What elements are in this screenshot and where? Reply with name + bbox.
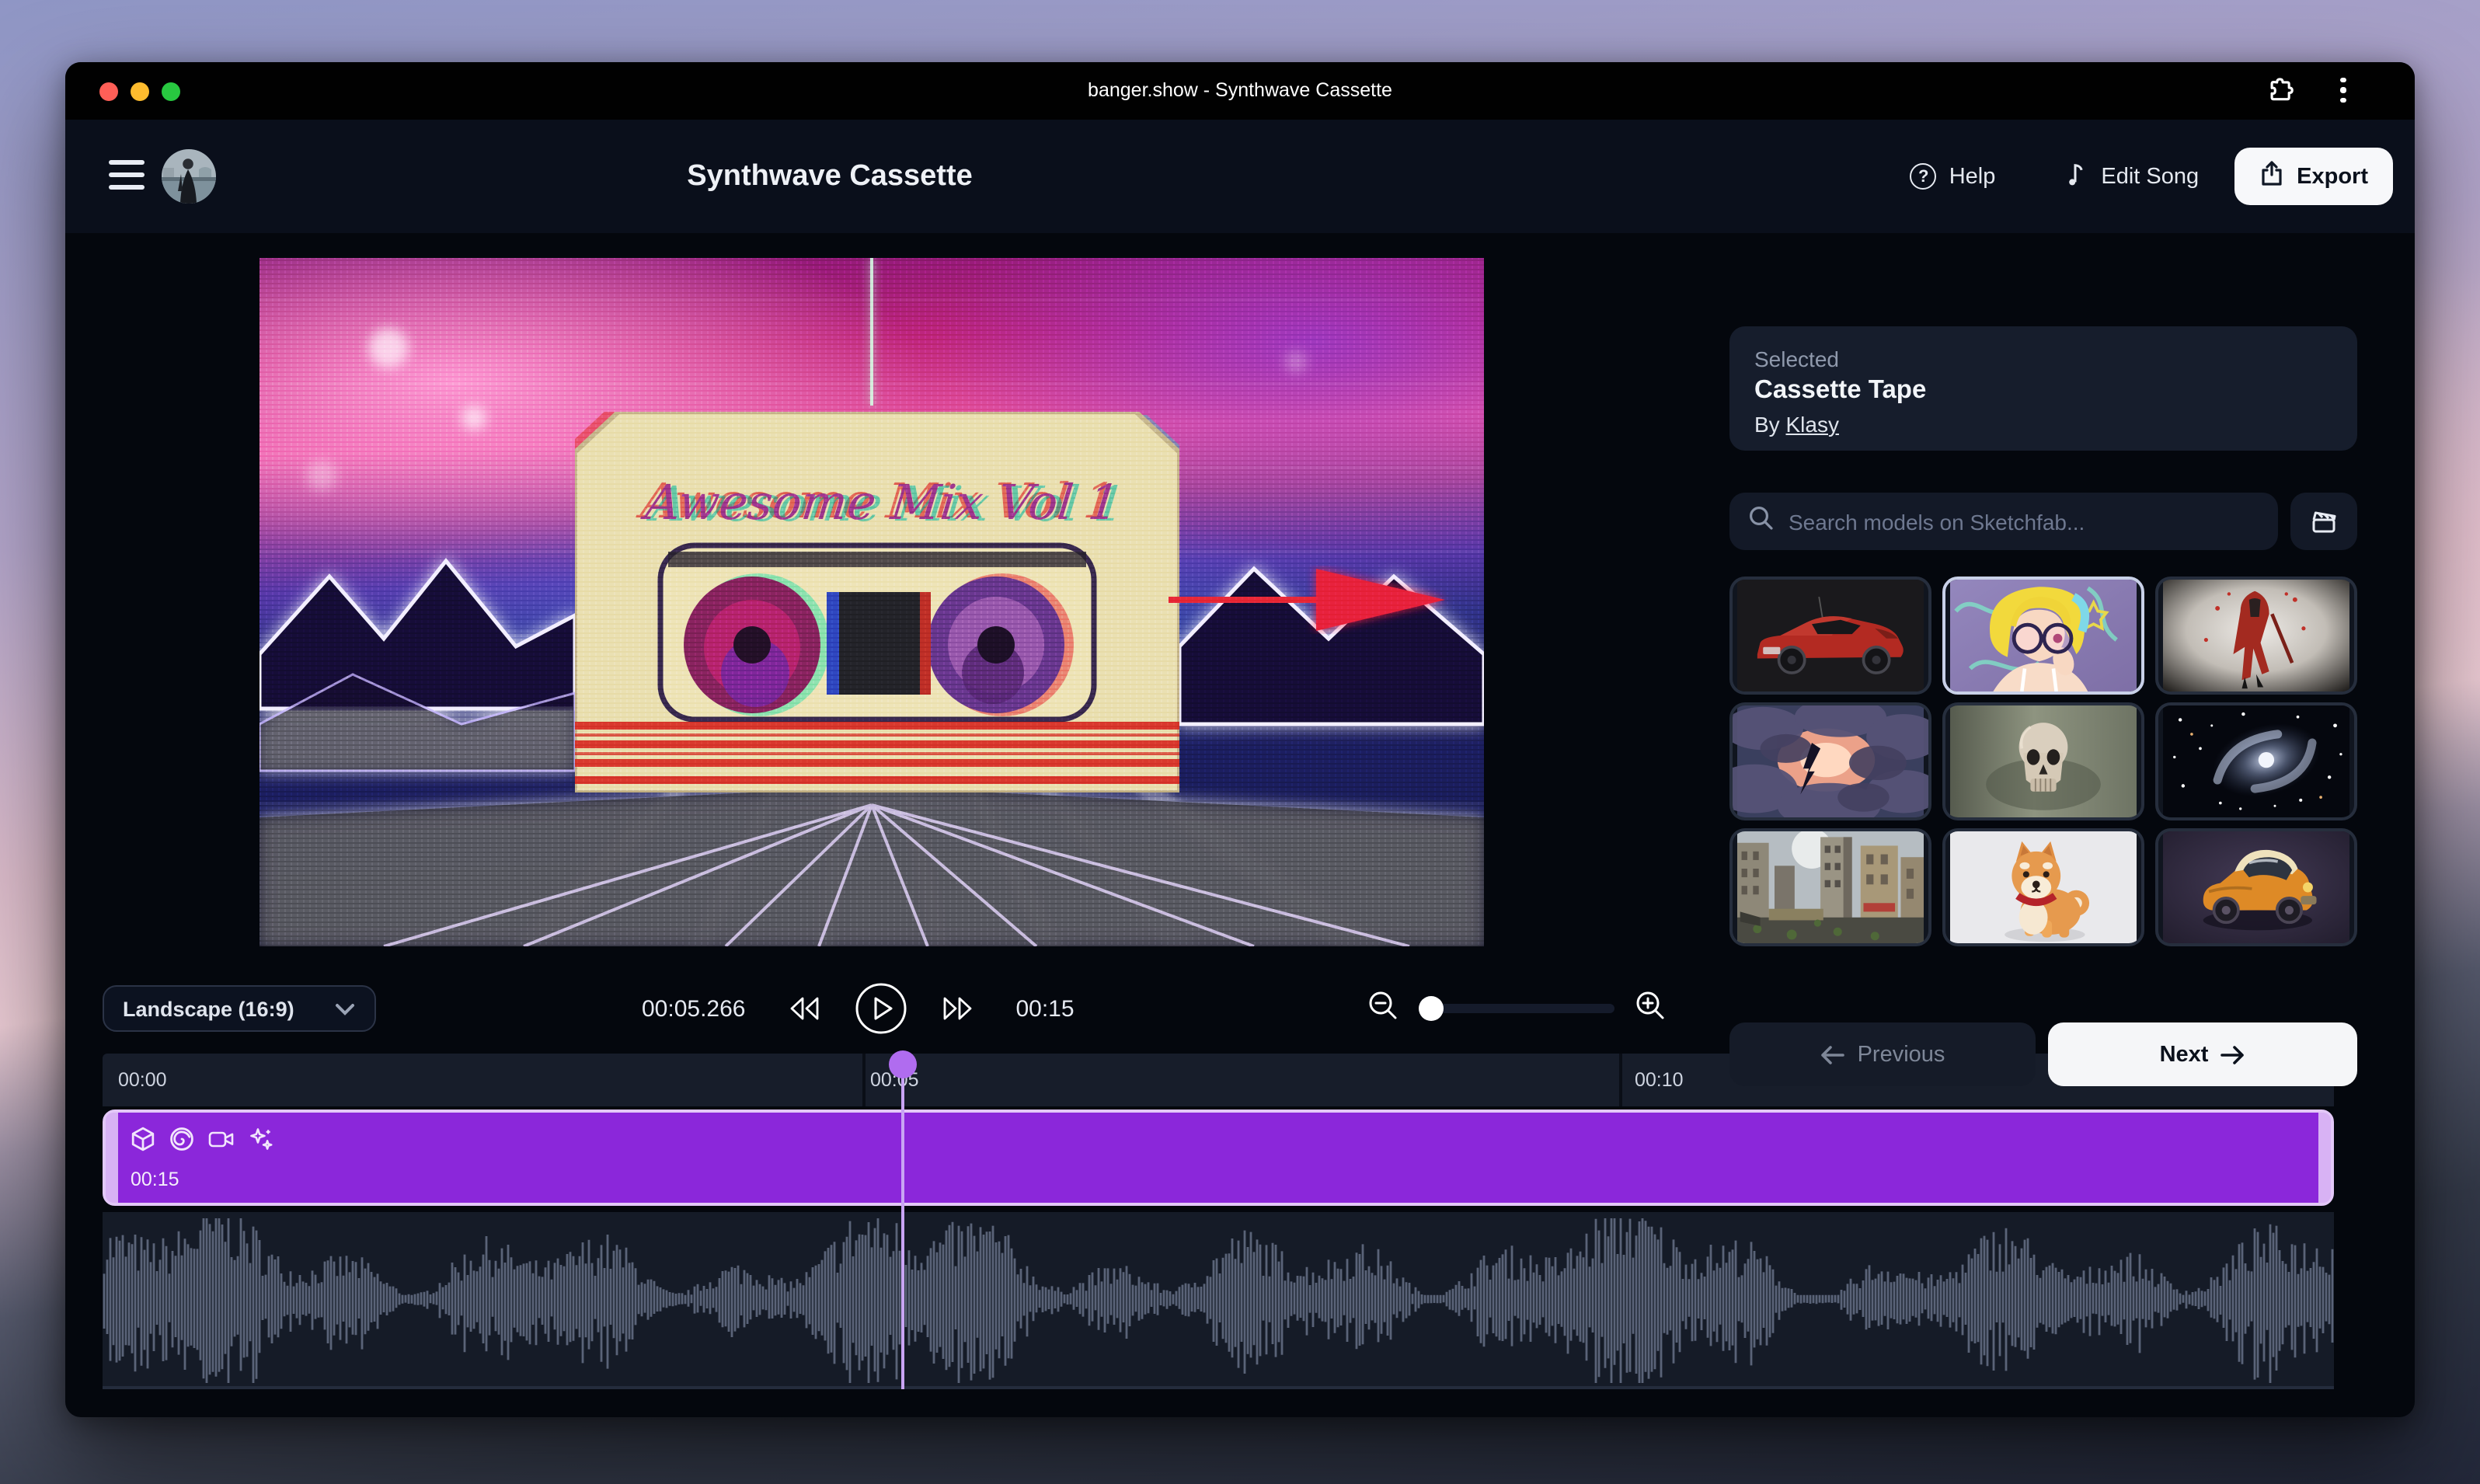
selected-model-name: Cassette Tape (1754, 376, 2332, 406)
edit-song-button[interactable]: Edit Song (2065, 159, 2199, 193)
next-page-button[interactable]: Next (2048, 1022, 2357, 1086)
clip-trim-handle-right[interactable] (2318, 1113, 2331, 1203)
selected-model-author: By Klasy (1754, 412, 2332, 437)
model-search-field[interactable] (1729, 493, 2278, 550)
clapperboard-button[interactable] (2290, 493, 2357, 550)
current-time: 00:05.266 (642, 995, 745, 1022)
app-header: Synthwave Cassette ? Help Edit Song (65, 120, 2415, 233)
zoom-window-button[interactable] (162, 82, 180, 101)
ruler-tick-label: 00:00 (118, 1054, 167, 1106)
search-icon (1748, 504, 1775, 538)
extensions-puzzle-icon[interactable] (2266, 75, 2297, 106)
model-thumbnail-shiba-dog[interactable] (1942, 828, 2144, 946)
selected-model-card: Selected Cassette Tape By Klasy (1729, 326, 2357, 451)
help-icon: ? (1911, 163, 1937, 190)
model-thumbnail-anime-girl[interactable] (1942, 577, 2144, 695)
video-preview-canvas[interactable]: Awesome Mix Vol 1 Awesome Mix Vol 1 Awes… (259, 258, 1484, 946)
chevron-down-icon (334, 1002, 356, 1015)
app-window: banger.show - Synthwave Cassette (65, 62, 2415, 1417)
playhead-knob[interactable] (889, 1050, 917, 1078)
model-thumbnail-storm-clouds[interactable] (1729, 702, 1931, 820)
menu-hamburger-icon[interactable] (109, 160, 145, 190)
author-link[interactable]: Klasy (1785, 412, 1838, 437)
minimize-window-button[interactable] (131, 82, 149, 101)
window-title: banger.show - Synthwave Cassette (1088, 62, 1392, 120)
zoom-slider[interactable] (1419, 1004, 1614, 1013)
arrow-right-icon (2221, 1045, 2245, 1064)
user-avatar[interactable] (162, 149, 216, 204)
model-sidebar: Selected Cassette Tape By Klasy (1729, 326, 2357, 1116)
desktop: banger.show - Synthwave Cassette (0, 0, 2480, 1484)
help-button[interactable]: ? Help (1911, 163, 1996, 190)
fast-forward-button[interactable] (941, 996, 975, 1021)
arrow-left-icon (1820, 1045, 1845, 1064)
selected-label: Selected (1754, 347, 2332, 371)
clip-trim-handle-left[interactable] (106, 1113, 118, 1203)
sparkles-icon (249, 1127, 273, 1159)
model-thumbnail-spiral-galaxy[interactable] (2155, 702, 2357, 820)
transport-controls: 00:05.266 00:15 (642, 970, 1170, 1047)
zoom-slider-knob[interactable] (1419, 996, 1444, 1021)
timeline-zoom-controls (1367, 985, 1666, 1032)
video-camera-icon (208, 1127, 235, 1159)
rewind-button[interactable] (785, 996, 820, 1021)
model-thumbnail-red-cloaked-figure[interactable] (2155, 577, 2357, 695)
timeline-clip[interactable]: 00:15 (103, 1110, 2334, 1206)
playhead-line (901, 1075, 904, 1389)
clip-duration-label: 00:15 (131, 1169, 179, 1190)
music-note-icon (2065, 159, 2088, 193)
zoom-in-icon[interactable] (1635, 989, 1666, 1028)
model-thumbnail-skull[interactable] (1942, 702, 2144, 820)
model-thumbnail-cartoon-orange-car[interactable] (2155, 828, 2357, 946)
project-title: Synthwave Cassette (687, 120, 973, 233)
previous-page-button[interactable]: Previous (1729, 1022, 2036, 1086)
search-input[interactable] (1789, 509, 2259, 534)
ruler-tick-label: 00:10 (1635, 1054, 1684, 1106)
aspect-ratio-select[interactable]: Landscape (16:9) (103, 985, 376, 1032)
export-button[interactable]: Export (2234, 148, 2393, 205)
play-button[interactable] (854, 982, 907, 1035)
zoom-out-icon[interactable] (1367, 989, 1398, 1028)
share-export-icon (2259, 160, 2284, 193)
model-thumbnail-abandoned-city[interactable] (1729, 828, 1931, 946)
total-time: 00:15 (1015, 995, 1074, 1022)
model-thumbnail-red-sports-car[interactable] (1729, 577, 1931, 695)
browser-menu-kebab-icon[interactable] (2331, 75, 2356, 106)
cube-3d-icon (131, 1127, 155, 1159)
spiral-icon (169, 1127, 194, 1159)
browser-titlebar: banger.show - Synthwave Cassette (65, 62, 2415, 120)
audio-waveform[interactable] (103, 1212, 2334, 1389)
close-window-button[interactable] (99, 82, 118, 101)
